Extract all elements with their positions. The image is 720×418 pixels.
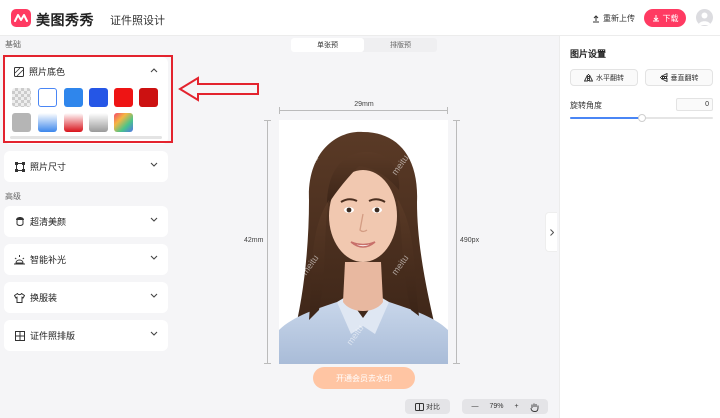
compare-button[interactable]: 对比 bbox=[405, 399, 450, 414]
zoom-controls: — 79% + bbox=[462, 399, 548, 414]
change-clothes-label: 换服装 bbox=[30, 293, 58, 303]
flip-vertical-label: 垂直翻转 bbox=[670, 74, 699, 82]
right-panel: 图片设置 水平翻转 垂直翻转 旋转角度 bbox=[559, 36, 720, 418]
tab-layout-preview[interactable]: 排版预 bbox=[364, 38, 437, 52]
reupload-button[interactable]: 重新上传 bbox=[592, 13, 635, 24]
logo-text: 美图秀秀 bbox=[36, 12, 94, 28]
flip-horizontal-icon bbox=[584, 73, 593, 82]
avatar[interactable] bbox=[696, 9, 713, 26]
download-label: 下载 bbox=[662, 13, 679, 23]
view-tabs: 单张预 排版预 bbox=[291, 38, 437, 52]
beauty-row[interactable]: 超清美颜 bbox=[4, 206, 168, 237]
rotation-input[interactable] bbox=[676, 98, 713, 111]
grid-icon bbox=[14, 330, 25, 341]
face-icon bbox=[14, 216, 25, 227]
layout-row[interactable]: 证件照排版 bbox=[4, 320, 168, 351]
beauty-label: 超清美颜 bbox=[30, 217, 67, 227]
reupload-label: 重新上传 bbox=[603, 14, 635, 23]
section-advanced-label: 高级 bbox=[5, 192, 21, 201]
height-dimension-label: 42mm bbox=[244, 237, 264, 244]
pixel-dimension-label: 490px bbox=[460, 237, 480, 244]
chevron-down-icon bbox=[150, 293, 158, 298]
rotation-slider-handle[interactable] bbox=[637, 114, 646, 122]
chevron-down-icon bbox=[150, 255, 158, 260]
tab-single-preview[interactable]: 单张预 bbox=[291, 38, 364, 52]
zoom-level: 79% bbox=[489, 403, 504, 410]
width-dimension-label: 29mm bbox=[354, 101, 374, 108]
chevron-down-icon bbox=[150, 162, 158, 167]
height-dimension-line bbox=[264, 120, 271, 364]
photo-size-row[interactable]: 照片尺寸 bbox=[4, 151, 168, 182]
remove-watermark-button[interactable]: 开通会员去水印 bbox=[313, 367, 415, 389]
app-title: 证件照设计 bbox=[110, 15, 165, 27]
rotation-label: 旋转角度 bbox=[570, 101, 602, 110]
collapse-panel-button[interactable] bbox=[545, 212, 557, 252]
hand-pan-icon[interactable] bbox=[530, 402, 539, 412]
light-icon bbox=[14, 254, 25, 265]
top-bar: 美图秀秀 证件照设计 重新上传 下载 bbox=[0, 0, 720, 36]
section-basic-label: 基础 bbox=[5, 40, 21, 49]
zoom-in-button[interactable]: + bbox=[514, 403, 518, 410]
width-dimension-line bbox=[279, 107, 448, 114]
download-icon bbox=[652, 15, 659, 22]
flip-vertical-button[interactable]: 垂直翻转 bbox=[645, 69, 713, 86]
upload-icon bbox=[593, 14, 599, 22]
chevron-down-icon bbox=[150, 217, 158, 222]
download-button[interactable]: 下载 bbox=[644, 9, 686, 27]
light-fill-label: 智能补光 bbox=[30, 255, 67, 265]
chevron-right-icon bbox=[549, 228, 554, 236]
flip-horizontal-button[interactable]: 水平翻转 bbox=[570, 69, 638, 86]
chevron-down-icon bbox=[150, 331, 158, 336]
layout-label: 证件照排版 bbox=[30, 331, 76, 341]
user-icon bbox=[698, 12, 711, 25]
image-settings-title: 图片设置 bbox=[570, 49, 607, 59]
annotation-arrow-icon bbox=[178, 76, 259, 102]
compare-label: 对比 bbox=[426, 403, 440, 411]
meitu-logo-icon bbox=[11, 9, 31, 27]
photo-size-label: 照片尺寸 bbox=[30, 162, 67, 172]
light-fill-row[interactable]: 智能补光 bbox=[4, 244, 168, 275]
rotation-slider-fill bbox=[570, 117, 642, 119]
highlight-box bbox=[3, 55, 173, 143]
change-clothes-row[interactable]: 换服装 bbox=[4, 282, 168, 313]
zoom-out-button[interactable]: — bbox=[471, 403, 478, 410]
pixel-dimension-line bbox=[453, 120, 460, 364]
shirt-icon bbox=[14, 292, 25, 303]
compare-icon bbox=[415, 402, 424, 411]
id-photo-preview[interactable]: meitu meitu meitu meitu meitu bbox=[279, 120, 448, 364]
crop-icon bbox=[14, 161, 25, 172]
flip-vertical-icon bbox=[659, 73, 668, 82]
flip-horizontal-label: 水平翻转 bbox=[596, 74, 624, 82]
